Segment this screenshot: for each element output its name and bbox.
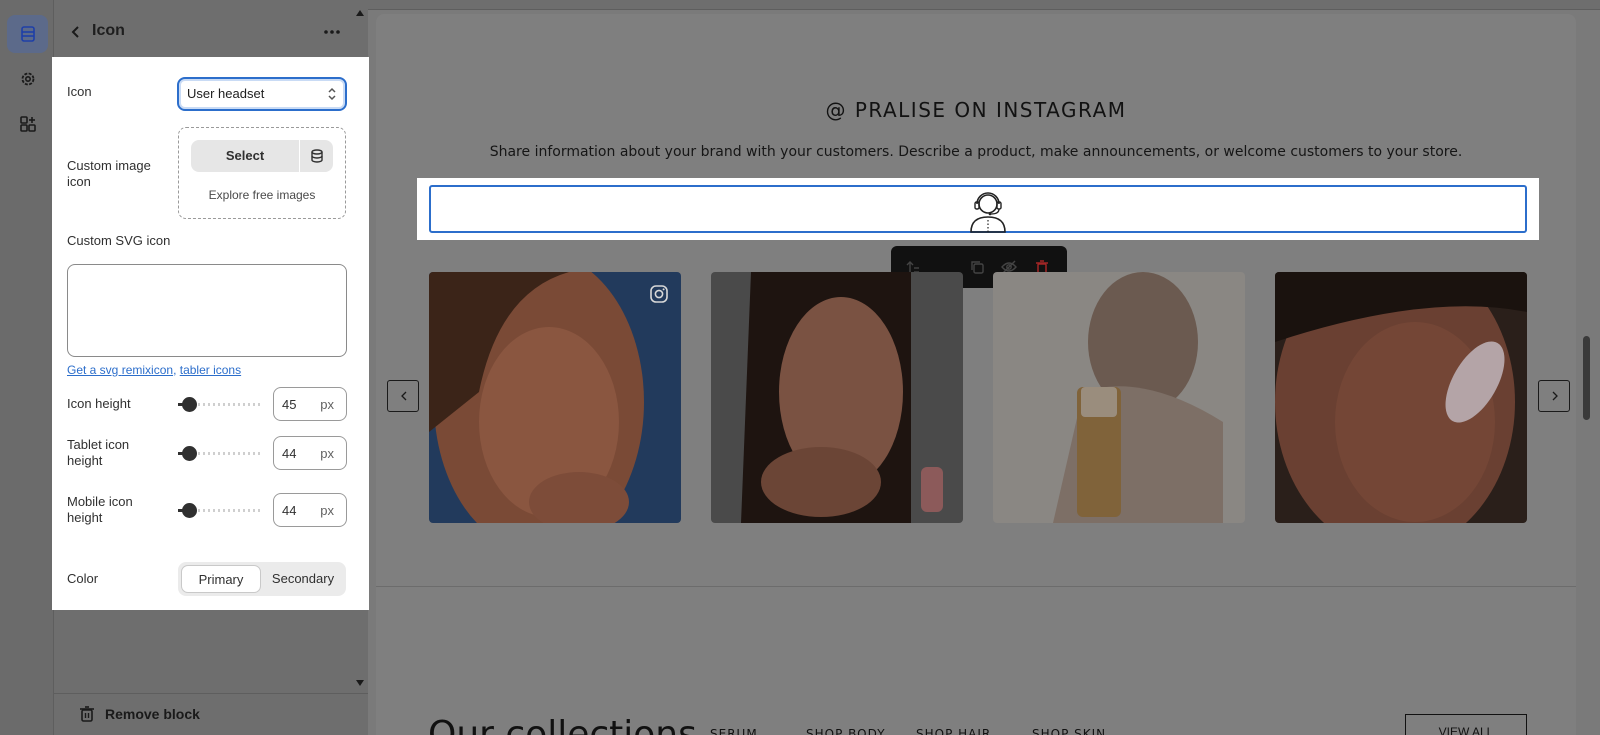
icon-select[interactable]: User headset (177, 77, 347, 111)
instagram-photo-2[interactable] (711, 272, 963, 523)
collection-link-shop-skin[interactable]: SHOP SKIN (1032, 727, 1106, 735)
svg-link-prefix[interactable]: Get a svg (67, 363, 122, 377)
tablet-icon-height-label: Tablet icon height (67, 437, 130, 468)
color-segmented-control: Primary Secondary (178, 562, 346, 596)
panel-header: Icon (54, 12, 368, 52)
custom-image-label: Custom image icon (67, 158, 151, 189)
color-label: Color (67, 571, 99, 586)
mobile-icon-height-slider[interactable] (178, 500, 262, 520)
svg-source-links: Get a svg remixicon, tabler icons (67, 363, 241, 377)
sections-icon (20, 26, 35, 42)
carousel-next-button[interactable] (1538, 380, 1570, 412)
instagram-photo-1[interactable] (429, 272, 681, 523)
link-separator: , (173, 363, 180, 377)
custom-svg-textarea[interactable] (67, 264, 347, 357)
instagram-icon (650, 285, 668, 303)
collection-link-shop-body[interactable]: SHOP BODY (806, 727, 886, 735)
mobile-icon-height-unit: px (320, 503, 334, 518)
apps-icon (19, 116, 36, 132)
custom-svg-label: Custom SVG icon (67, 233, 171, 248)
color-option-primary[interactable]: Primary (181, 565, 261, 593)
tablet-icon-height-unit: px (320, 446, 334, 461)
instagram-heading: @ PRALISE ON INSTAGRAM (825, 98, 1127, 122)
sections-nav-button[interactable] (7, 15, 48, 53)
duplicate-icon[interactable] (969, 259, 985, 275)
tablet-icon-height-value: 44 (282, 446, 297, 461)
section-divider (376, 586, 1576, 587)
tablet-icon-height-input[interactable]: 44 px (273, 436, 347, 470)
preview-top-bar (368, 0, 1600, 10)
remixicon-link[interactable]: remixicon (122, 363, 173, 377)
icon-height-label: Icon height (67, 396, 131, 411)
icon-label: Icon (67, 84, 92, 99)
icon-height-slider[interactable] (178, 394, 262, 414)
chevron-right-icon (1552, 391, 1558, 401)
portrait-lipgloss-image (711, 272, 963, 523)
slider-thumb[interactable] (182, 503, 198, 518)
collections-heading: Our collections (428, 714, 697, 735)
portrait-bottle-image (993, 272, 1245, 523)
preview-scrollbar[interactable] (1583, 336, 1590, 420)
gear-icon (21, 72, 34, 86)
apps-button[interactable] (7, 105, 48, 143)
view-all-button[interactable]: VIEW ALL (1405, 714, 1527, 735)
tablet-icon-height-slider[interactable] (178, 443, 262, 463)
slider-thumb[interactable] (182, 446, 198, 461)
panel-footer: Remove block (54, 693, 368, 735)
select-image-button[interactable]: Select (191, 140, 299, 172)
collection-link-shop-hair[interactable]: SHOP HAIR (916, 727, 991, 735)
scroll-up-arrow-icon[interactable] (356, 10, 364, 16)
media-library-button[interactable] (300, 140, 333, 172)
image-picker: Select Explore free images (178, 127, 346, 219)
panel-title: Icon (92, 22, 125, 39)
mobile-icon-height-input[interactable]: 44 px (273, 493, 347, 527)
collection-link-serum[interactable]: SERUM (710, 727, 758, 735)
more-options-icon[interactable] (320, 22, 344, 42)
portrait-freckles-image (429, 272, 681, 523)
selected-block-outline (429, 185, 1527, 233)
database-icon (310, 149, 323, 163)
icon-block[interactable] (417, 178, 1539, 240)
icon-height-input[interactable]: 45 px (273, 387, 347, 421)
instagram-subtitle: Share information about your brand with … (489, 144, 1463, 160)
icon-settings-card: Icon User headset Custom image icon Sele… (52, 57, 369, 610)
theme-settings-button[interactable] (7, 60, 48, 98)
portrait-cream-image (1275, 272, 1527, 523)
select-arrows-icon (328, 87, 336, 101)
instagram-photo-4[interactable] (1275, 272, 1527, 523)
carousel-prev-button[interactable] (387, 380, 419, 412)
app-rail (0, 0, 54, 735)
user-headset-icon (970, 192, 1006, 233)
icon-height-unit: px (320, 397, 334, 412)
icon-height-value: 45 (282, 397, 297, 412)
trash-icon (80, 706, 94, 722)
chevron-left-icon (401, 391, 407, 401)
instagram-photo-3[interactable] (993, 272, 1245, 523)
slider-thumb[interactable] (182, 397, 198, 412)
icon-select-value: User headset (187, 86, 265, 101)
back-arrow-icon[interactable] (66, 22, 86, 42)
color-option-secondary[interactable]: Secondary (263, 565, 343, 593)
store-preview: @ PRALISE ON INSTAGRAM Share information… (376, 14, 1576, 735)
explore-free-images-link[interactable]: Explore free images (179, 188, 345, 202)
tabler-icons-link[interactable]: tabler icons (180, 363, 241, 377)
mobile-icon-height-value: 44 (282, 503, 297, 518)
remove-block-button[interactable]: Remove block (105, 706, 200, 722)
scroll-down-arrow-icon[interactable] (356, 680, 364, 686)
mobile-icon-height-label: Mobile icon height (67, 494, 133, 525)
